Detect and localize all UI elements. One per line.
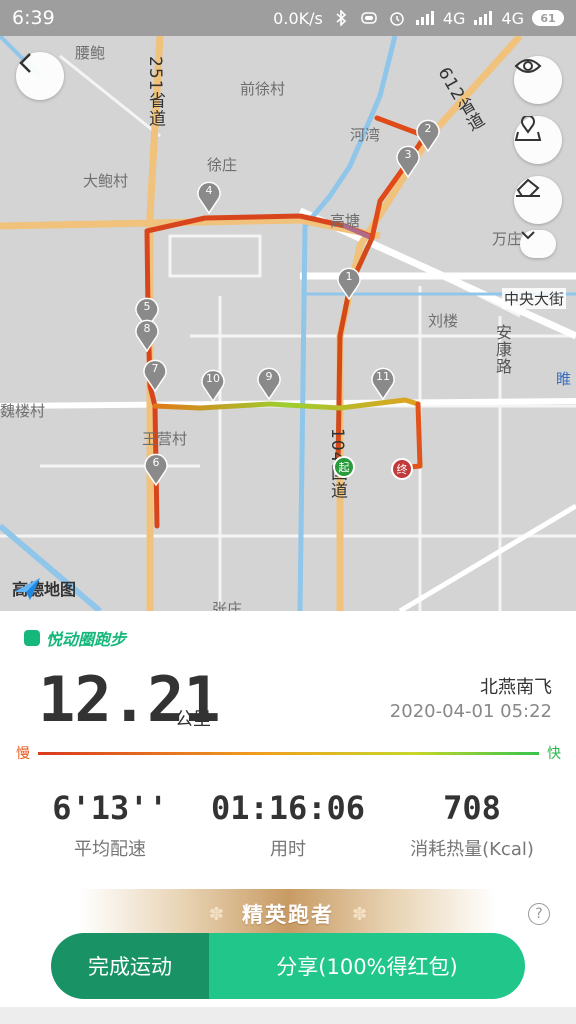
- stat-label: 平均配速: [74, 839, 146, 860]
- map-label-ankanglu: 安康路: [493, 324, 512, 375]
- route-marker-9[interactable]: 9: [256, 366, 282, 400]
- signal-type-2: 4G: [501, 8, 524, 28]
- signal-icon: [415, 10, 435, 26]
- share-button[interactable]: 分享(100%得红包): [209, 933, 525, 999]
- road-label-251: 251省道: [145, 56, 165, 128]
- route-marker-1[interactable]: 1: [336, 266, 362, 300]
- bluetooth-icon: [331, 10, 351, 26]
- network-speed: 0.0K/s: [273, 8, 323, 28]
- wheat-icon: ✽: [208, 903, 224, 925]
- route-marker-10[interactable]: 10: [200, 368, 226, 402]
- wheat-icon: ✽: [352, 903, 368, 925]
- chevron-down-icon: [521, 231, 535, 240]
- eraser-icon: [516, 178, 540, 197]
- alarm-icon: [387, 10, 407, 26]
- action-buttons: 完成运动 分享(100%得红包): [51, 933, 525, 999]
- map-label-gaotang: 高塘: [330, 212, 361, 230]
- route-marker-3[interactable]: 3: [395, 144, 421, 178]
- back-button[interactable]: [16, 52, 64, 100]
- back-icon: [19, 53, 31, 73]
- badge-text: 精英跑者: [242, 903, 334, 927]
- pace-fast-label: 快: [547, 746, 561, 762]
- bottom-strip: [0, 1007, 576, 1024]
- map-label-dabaocun: 大鲍村: [83, 172, 129, 190]
- stat-duration: 01:16:06 用时: [198, 789, 378, 861]
- status-bar: 6:39 0.0K/s 4G 4G 61: [0, 0, 576, 36]
- map-label-wanzhuang: 万庄: [492, 230, 523, 248]
- pace-legend: 慢 快: [16, 745, 561, 762]
- amap-logo-icon: [14, 578, 40, 600]
- stat-label: 消耗热量(Kcal): [410, 839, 534, 860]
- route-marker-4[interactable]: 4: [196, 180, 222, 214]
- app-logo-icon: [24, 630, 40, 646]
- stat-average-pace: 6'13'' 平均配速: [20, 789, 200, 861]
- route-marker-6[interactable]: 6: [143, 452, 169, 486]
- map-label-liulou: 刘楼: [428, 312, 459, 330]
- stat-value: 6'13'': [52, 789, 168, 827]
- map-pin-icon: [514, 116, 542, 141]
- map-label-weiloucun: 魏楼村: [0, 402, 46, 420]
- user-name: 北燕南飞: [480, 677, 552, 698]
- app-name: 悦动圈跑步: [46, 630, 127, 649]
- map-label-qianxucun: 前徐村: [240, 80, 286, 98]
- erase-button[interactable]: [514, 176, 562, 224]
- pace-gradient-bar: [38, 752, 539, 755]
- distance-unit: 公里: [175, 709, 211, 730]
- map-label-hewan: 河湾: [350, 126, 381, 144]
- run-datetime: 2020-04-01 05:22: [389, 701, 552, 722]
- map-label-zhongyangdajie: 中央大街: [502, 288, 567, 309]
- expand-controls-button[interactable]: [520, 230, 556, 258]
- signal-type-1: 4G: [442, 8, 466, 28]
- route-marker-11[interactable]: 11: [370, 366, 396, 400]
- pace-slow-label: 慢: [16, 746, 30, 762]
- run-summary-panel: 悦动圈跑步 12.21 公里 北燕南飞 2020-04-01 05:22 慢 快…: [0, 611, 576, 1024]
- route-end-marker[interactable]: 终: [391, 458, 413, 480]
- elite-runner-badge[interactable]: ✽ 精英跑者 ✽: [80, 889, 496, 939]
- stat-value: 708: [443, 789, 501, 827]
- status-time: 6:39: [12, 7, 55, 29]
- route-start-marker[interactable]: 起: [333, 456, 355, 478]
- map-location-button[interactable]: [514, 116, 562, 164]
- signal-icon-2: [473, 10, 493, 26]
- amap-logo: 高德地图: [12, 576, 76, 600]
- app-brand: 悦动圈跑步: [24, 626, 126, 650]
- battery-icon: 61: [532, 10, 564, 26]
- route-map[interactable]: 腰鲍 前徐村 大鲍村 徐庄 河湾 高塘 万庄 刘楼 魏楼村 王营村 张庄 中央大…: [0, 36, 576, 611]
- map-label-yaobao: 腰鲍: [75, 44, 106, 62]
- route-marker-8[interactable]: 8: [134, 318, 160, 352]
- route-marker-7[interactable]: 7: [142, 358, 168, 392]
- stat-label: 用时: [270, 839, 306, 860]
- map-label-sui: 睢: [556, 370, 572, 388]
- map-label-wangyingcun: 王营村: [142, 430, 188, 448]
- vibrate-icon: [359, 10, 379, 26]
- map-label-zhangzhuang: 张庄: [212, 600, 243, 611]
- stat-calories: 708 消耗热量(Kcal): [382, 789, 562, 861]
- toggle-visibility-button[interactable]: [514, 56, 562, 104]
- help-icon[interactable]: ?: [528, 903, 550, 925]
- finish-workout-button[interactable]: 完成运动: [51, 933, 209, 999]
- stat-value: 01:16:06: [210, 789, 366, 827]
- eye-icon: [514, 59, 542, 73]
- map-label-xuzhuang: 徐庄: [207, 156, 238, 174]
